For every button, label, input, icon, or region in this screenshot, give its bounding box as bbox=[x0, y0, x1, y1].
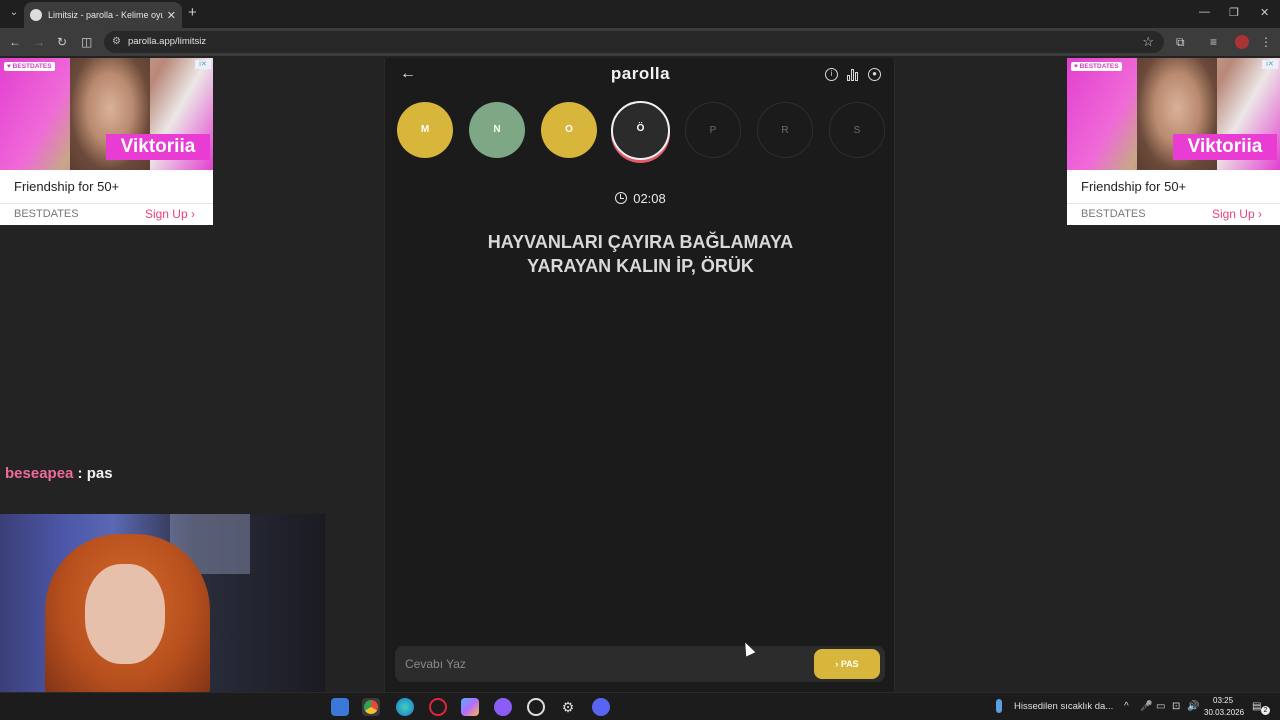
mail-app-icon[interactable] bbox=[331, 698, 349, 716]
obs-app-icon[interactable] bbox=[494, 698, 512, 716]
bookmark-star-icon[interactable]: ☆ bbox=[1142, 34, 1154, 50]
letter-circle-m: M bbox=[397, 102, 453, 158]
address-bar[interactable]: ⚙ parolla.app/limitsiz ☆ bbox=[104, 31, 1164, 53]
chat-text: : pas bbox=[73, 465, 113, 482]
ad-brand-badge: ♥ BESTDATES bbox=[1071, 62, 1122, 71]
discord-app-icon[interactable] bbox=[592, 698, 610, 716]
ad-name-label: Viktoriia bbox=[106, 134, 210, 160]
back-arrow-icon[interactable]: ← bbox=[9, 35, 21, 49]
ad-sponsor: BESTDATES bbox=[1081, 208, 1146, 220]
tab-close-icon[interactable]: ✕ bbox=[167, 9, 176, 22]
ad-choices-icon[interactable]: i✕ bbox=[195, 60, 211, 69]
chrome-logo bbox=[364, 700, 378, 714]
ad-image[interactable]: ♥ BESTDATES i✕ Viktoriia bbox=[1067, 58, 1280, 170]
ad-choices-icon[interactable]: i✕ bbox=[1262, 60, 1278, 69]
profile-avatar[interactable] bbox=[1235, 35, 1249, 49]
question-text: HAYVANLARI ÇAYIRA BAĞLAMAYA YARAYAN KALI… bbox=[425, 230, 856, 278]
ad-image[interactable]: ♥ BESTDATES i✕ Viktoriia bbox=[0, 58, 213, 170]
ad-tagline[interactable]: Friendship for 50+ bbox=[1081, 179, 1186, 194]
clock-icon bbox=[615, 192, 628, 204]
game-panel: ← parolla i ● M N O Ö P R S 02:08 HAYVAN… bbox=[384, 58, 895, 692]
question-line-1: HAYVANLARI ÇAYIRA BAĞLAMAYA bbox=[487, 232, 794, 252]
media-control-icon[interactable]: ≡ bbox=[1210, 35, 1217, 49]
edge-app-icon[interactable] bbox=[396, 698, 414, 716]
pass-button-label: PAS bbox=[840, 659, 859, 669]
user-profile-icon[interactable]: ● bbox=[868, 68, 881, 81]
browser-menu-icon[interactable]: ⋮ bbox=[1260, 35, 1272, 49]
ad-sponsor: BESTDATES bbox=[14, 208, 79, 220]
browser-tab[interactable]: Limitsiz - parolla - Kelime oyunu ✕ bbox=[24, 2, 182, 28]
stats-chart-icon[interactable] bbox=[847, 68, 860, 81]
chat-message: beseapea : pas bbox=[5, 465, 113, 482]
app-logo: parolla bbox=[610, 64, 671, 83]
microphone-icon[interactable]: 🎤 bbox=[1140, 701, 1152, 712]
ad-brand-badge: ♥ BESTDATES bbox=[4, 62, 55, 71]
split-view-icon[interactable]: ◫ bbox=[81, 35, 92, 49]
tab-search-chevron-icon[interactable]: ⌄ bbox=[6, 5, 22, 21]
ad-signup-link[interactable]: Sign Up › bbox=[145, 207, 195, 221]
chat-username: beseapea bbox=[5, 465, 74, 482]
ad-signup-label: Sign Up bbox=[1211, 207, 1255, 221]
browser-tab-bar: ⌄ Limitsiz - parolla - Kelime oyunu ✕ + … bbox=[0, 0, 1280, 28]
ad-name-label: Viktoriia bbox=[1173, 134, 1277, 160]
countdown-timer: 02:08 bbox=[385, 191, 896, 206]
ad-signup-link[interactable]: Sign Up › bbox=[1212, 207, 1262, 221]
question-line-2: YARAYAN KALIN İP, ÖRÜK bbox=[527, 256, 754, 276]
site-info-icon[interactable]: ⚙ bbox=[112, 36, 121, 47]
notification-count-badge: 2 bbox=[1261, 706, 1270, 715]
browser-toolbar: ← → ↻ ◫ ⚙ parolla.app/limitsiz ☆ ⧉ ≡ ⋮ bbox=[0, 28, 1280, 56]
tray-chevron-up-icon[interactable]: ^ bbox=[1124, 701, 1129, 712]
letter-circle-p: P bbox=[685, 102, 741, 158]
chevron-right-icon: › bbox=[191, 207, 195, 221]
settings-gear-icon[interactable]: ⚙ bbox=[559, 698, 577, 716]
letter-circle-n: N bbox=[469, 102, 525, 158]
webcam-overlay bbox=[0, 514, 325, 692]
chevron-right-icon: › bbox=[1258, 207, 1262, 221]
ad-divider bbox=[0, 203, 213, 204]
copilot-app-icon[interactable] bbox=[461, 698, 479, 716]
window-close-icon[interactable]: ✕ bbox=[1260, 6, 1269, 19]
opera-app-icon[interactable] bbox=[429, 698, 447, 716]
forward-arrow-icon[interactable]: → bbox=[33, 35, 45, 49]
ad-signup-label: Sign Up bbox=[144, 207, 188, 221]
answer-bar: › PAS bbox=[395, 646, 885, 682]
ad-tagline[interactable]: Friendship for 50+ bbox=[14, 179, 119, 194]
chevron-right-icon: › bbox=[835, 659, 839, 669]
volume-icon[interactable]: 🔊 bbox=[1187, 701, 1199, 712]
letter-circle-r: R bbox=[757, 102, 813, 158]
info-icon[interactable]: i bbox=[825, 68, 838, 81]
windows-taskbar: ⚙ Hissedilen sıcaklık da... ^ 🎤 ▭ ⊡ 🔊 03… bbox=[0, 692, 1280, 720]
ad-divider bbox=[1067, 203, 1280, 204]
thermometer-icon[interactable] bbox=[996, 699, 1002, 713]
ad-banner-right[interactable]: ♥ BESTDATES i✕ Viktoriia Friendship for … bbox=[1067, 58, 1280, 225]
letter-circle-o: O bbox=[541, 102, 597, 158]
tab-title: Limitsiz - parolla - Kelime oyunu bbox=[48, 10, 163, 20]
ad-banner-left[interactable]: ♥ BESTDATES i✕ Viktoriia Friendship for … bbox=[0, 58, 213, 225]
weather-widget[interactable]: Hissedilen sıcaklık da... bbox=[1014, 701, 1113, 712]
letter-circle-o-umlaut-active: Ö bbox=[611, 101, 670, 160]
reload-icon[interactable]: ↻ bbox=[57, 35, 67, 49]
game-header: ← parolla i ● bbox=[385, 58, 896, 92]
webcam-face bbox=[85, 564, 165, 664]
minimize-icon[interactable]: — bbox=[1199, 6, 1210, 18]
taskbar-time[interactable]: 03:25 bbox=[1213, 696, 1233, 705]
chrome-app-icon[interactable] bbox=[362, 698, 380, 716]
timer-value: 02:08 bbox=[633, 191, 666, 206]
task-manager-app-icon[interactable] bbox=[527, 698, 545, 716]
display-icon[interactable]: ▭ bbox=[1156, 701, 1165, 712]
extensions-puzzle-icon[interactable]: ⧉ bbox=[1176, 35, 1185, 50]
new-tab-plus-icon[interactable]: + bbox=[188, 5, 197, 21]
taskbar-date[interactable]: 30.03.2026 bbox=[1204, 708, 1244, 717]
url-text[interactable]: parolla.app/limitsiz bbox=[128, 36, 206, 47]
network-icon[interactable]: ⊡ bbox=[1172, 701, 1180, 712]
parolla-favicon-icon bbox=[30, 9, 42, 21]
pass-button[interactable]: › PAS bbox=[814, 649, 880, 679]
restore-icon[interactable]: ❐ bbox=[1229, 6, 1239, 19]
letter-circle-s: S bbox=[829, 102, 885, 158]
